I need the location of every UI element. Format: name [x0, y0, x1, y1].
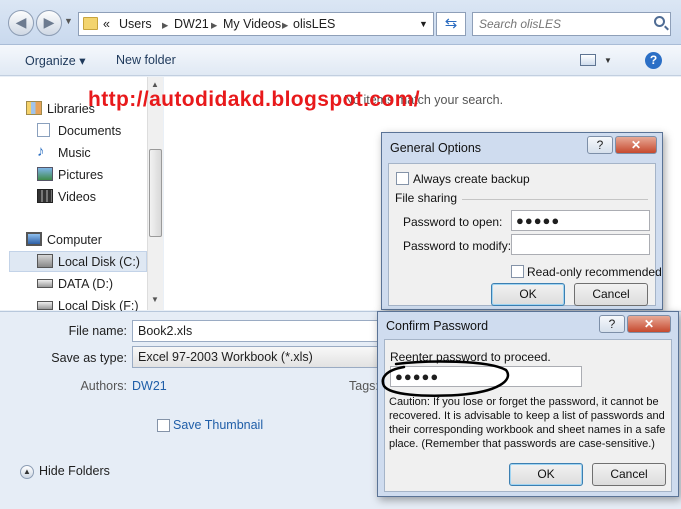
ok-button[interactable]: OK	[509, 463, 583, 486]
folder-icon	[83, 17, 98, 30]
music-icon: ♪	[37, 143, 45, 160]
password-modify-field[interactable]	[511, 234, 650, 255]
breadcrumb-my-videos[interactable]: My Videos	[223, 17, 281, 31]
caution-text: Caution: If you lose or forget the passw…	[389, 396, 666, 450]
blog-watermark: http://autodidakd.blogspot.com/	[88, 88, 421, 111]
videos-icon	[37, 189, 53, 203]
read-only-checkbox[interactable]	[511, 265, 524, 278]
ok-button[interactable]: OK	[491, 283, 565, 306]
save-as-type-select[interactable]: Excel 97-2003 Workbook (*.xls)	[132, 346, 382, 368]
libraries-icon	[26, 101, 42, 115]
address-dropdown-icon[interactable]: ▼	[419, 19, 428, 29]
password-open-field[interactable]: ●●●●●	[511, 210, 650, 231]
file-name-label: File name:	[68, 324, 127, 338]
read-only-label[interactable]: Read-only recommended	[527, 265, 662, 279]
password-open-label: Password to open:	[403, 215, 503, 229]
breadcrumb-separator-icon: ▸	[162, 18, 169, 32]
forward-button[interactable]: ▶	[36, 10, 62, 36]
breadcrumb-users[interactable]: Users	[119, 17, 152, 31]
view-dropdown-icon[interactable]: ▼	[604, 56, 612, 65]
address-bar-area: ◀ ▶ ▼ « Users ▸ DW21 ▸ My Videos ▸ olisL…	[0, 0, 681, 45]
chevron-up-icon: ▲	[20, 465, 34, 479]
save-as-type-label: Save as type:	[51, 351, 127, 365]
group-divider	[462, 199, 648, 200]
general-options-dialog: General Options ? ✕ Always create backup…	[381, 132, 663, 310]
file-name-field[interactable]: Book2.xls	[132, 320, 392, 342]
breadcrumb-separator-icon: ▸	[211, 18, 218, 32]
documents-icon	[37, 123, 50, 137]
breadcrumb[interactable]: « Users ▸ DW21 ▸ My Videos ▸ olisLES ▼	[78, 12, 434, 36]
always-backup-checkbox[interactable]	[396, 172, 409, 185]
refresh-button[interactable]: ⇆	[436, 12, 466, 36]
help-button[interactable]: ?	[587, 136, 613, 154]
organize-button[interactable]: Organize ▾	[25, 53, 85, 68]
breadcrumb-overflow[interactable]: «	[103, 17, 110, 31]
cancel-button[interactable]: Cancel	[592, 463, 666, 486]
tags-label: Tags:	[349, 379, 379, 393]
hand-drawn-highlight	[381, 360, 510, 397]
drive-d-icon	[37, 279, 53, 288]
authors-value[interactable]: DW21	[132, 379, 167, 393]
always-backup-label[interactable]: Always create backup	[413, 172, 530, 186]
help-button[interactable]: ?	[599, 315, 625, 333]
authors-label: Authors:	[80, 379, 127, 393]
scroll-down-icon[interactable]: ▼	[151, 295, 159, 304]
change-view-icon[interactable]	[580, 54, 596, 66]
cancel-button[interactable]: Cancel	[574, 283, 648, 306]
toolbar: Organize ▾ New folder ▼ ?	[0, 45, 681, 76]
recent-pages-dropdown-icon[interactable]: ▼	[64, 16, 73, 26]
scrollbar-thumb[interactable]	[149, 149, 162, 237]
pictures-icon	[37, 167, 53, 181]
nav-item-local-disk-c[interactable]: Local Disk (C:)	[9, 251, 147, 272]
search-input[interactable]	[479, 17, 649, 31]
breadcrumb-separator-icon: ▸	[282, 18, 289, 32]
close-button[interactable]: ✕	[627, 315, 671, 333]
confirm-password-title: Confirm Password	[386, 319, 489, 333]
new-folder-button[interactable]: New folder	[116, 53, 176, 67]
general-options-title: General Options	[390, 141, 482, 155]
back-button[interactable]: ◀	[8, 10, 34, 36]
breadcrumb-olisles[interactable]: olisLES	[293, 17, 335, 31]
hide-folders-label: Hide Folders	[39, 464, 110, 478]
breadcrumb-dw21[interactable]: DW21	[174, 17, 209, 31]
computer-icon	[26, 232, 42, 246]
drive-c-icon	[37, 254, 53, 268]
save-thumbnail-label[interactable]: Save Thumbnail	[173, 418, 263, 432]
help-icon[interactable]: ?	[645, 52, 662, 69]
file-sharing-heading: File sharing	[395, 191, 458, 205]
drive-f-icon	[37, 301, 53, 310]
save-thumbnail-checkbox[interactable]	[157, 419, 170, 432]
close-button[interactable]: ✕	[615, 136, 657, 154]
password-modify-label: Password to modify:	[403, 239, 512, 253]
search-box[interactable]	[472, 12, 671, 36]
search-icon[interactable]	[654, 16, 665, 27]
